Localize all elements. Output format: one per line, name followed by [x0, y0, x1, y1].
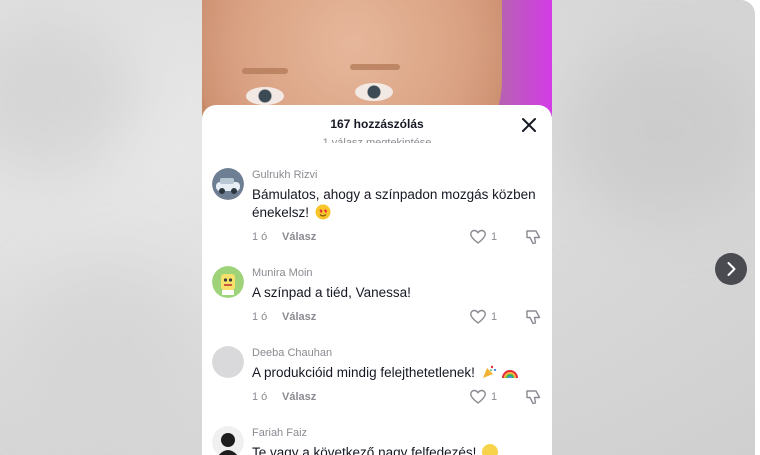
dislike-icon[interactable] [524, 308, 542, 326]
comment-body: Fariah Faiz Te vagy a következő nagy fel… [252, 426, 542, 455]
avatar[interactable] [212, 346, 244, 378]
comment-username[interactable]: Gulrukh Rizvi [252, 168, 542, 182]
emoji-icon [482, 444, 499, 455]
heart-icon [470, 389, 486, 404]
comment-time: 1 ó [252, 391, 268, 403]
dislike-icon[interactable] [524, 388, 542, 406]
like-button[interactable]: 1 [469, 388, 497, 406]
party-popper-emoji-icon [481, 364, 497, 380]
heart-icon [470, 229, 486, 244]
right-eye [355, 83, 393, 101]
view-replies-link[interactable]: 1 válasz megtekintése [202, 133, 552, 143]
comment-username[interactable]: Fariah Faiz [252, 426, 542, 440]
comment-username[interactable]: Deeba Chauhan [252, 346, 542, 360]
comments-count-title: 167 hozzászólás [330, 117, 424, 131]
comment-meta: 1 ó Válasz 1 [252, 388, 542, 408]
heart-icon [470, 309, 486, 324]
avatar[interactable] [212, 266, 244, 298]
like-count: 1 [491, 231, 498, 243]
comment-text: Bámulatos, ahogy a színpadon mozgás közb… [252, 186, 542, 222]
reply-button[interactable]: Válasz [282, 311, 316, 323]
left-brow [242, 68, 288, 74]
rainbow-emoji-icon [502, 364, 519, 380]
comment-text: A színpad a tiéd, Vanessa! [252, 285, 411, 300]
comment-username[interactable]: Munira Moin [252, 266, 542, 280]
comment-body: Munira Moin A színpad a tiéd, Vanessa! 1… [252, 266, 542, 328]
comments-panel: 167 hozzászólás 1 válasz megtekintése Gu… [202, 105, 552, 455]
comment-text-content: A produkcióid mindig felejthetetlenek! [252, 365, 475, 380]
like-button[interactable]: 1 [469, 228, 497, 246]
like-count: 1 [491, 311, 498, 323]
comment-text: Te vagy a következő nagy felfedezés! [252, 444, 542, 455]
comment-text: A produkcióid mindig felejthetetlenek! [252, 364, 542, 382]
reply-button[interactable]: Válasz [282, 231, 316, 243]
comment-body: Deeba Chauhan A produkcióid mindig felej… [252, 346, 542, 408]
avatar[interactable] [212, 426, 244, 455]
next-video-button[interactable] [715, 253, 747, 285]
comment-time: 1 ó [252, 311, 268, 323]
right-brow [350, 64, 400, 70]
comment-meta: 1 ó Válasz 1 [252, 308, 542, 328]
comment-body: Gulrukh Rizvi Bámulatos, ahogy a színpad… [252, 168, 542, 248]
backdrop-blur-right [560, 40, 755, 220]
reply-button[interactable]: Válasz [282, 391, 316, 403]
like-count: 1 [491, 391, 498, 403]
backdrop-blur-bottom [20, 260, 190, 430]
comment-text-content: Te vagy a következő nagy felfedezés! [252, 445, 477, 455]
comment-text-content: Bámulatos, ahogy a színpadon mozgás közb… [252, 187, 536, 220]
comments-header: 167 hozzászólás 1 válasz megtekintése [202, 105, 552, 143]
comment-time: 1 ó [252, 231, 268, 243]
backdrop-blur-left [0, 20, 140, 180]
dislike-icon[interactable] [524, 228, 542, 246]
avatar[interactable] [212, 168, 244, 200]
comment-meta: 1 ó Válasz 1 [252, 228, 542, 248]
video-backdrop: 167 hozzászólás 1 válasz megtekintése Gu… [0, 0, 755, 455]
like-button[interactable]: 1 [469, 308, 497, 326]
heart-eyes-emoji-icon [315, 204, 331, 220]
chevron-right-icon [727, 262, 736, 276]
left-eye [246, 87, 284, 105]
